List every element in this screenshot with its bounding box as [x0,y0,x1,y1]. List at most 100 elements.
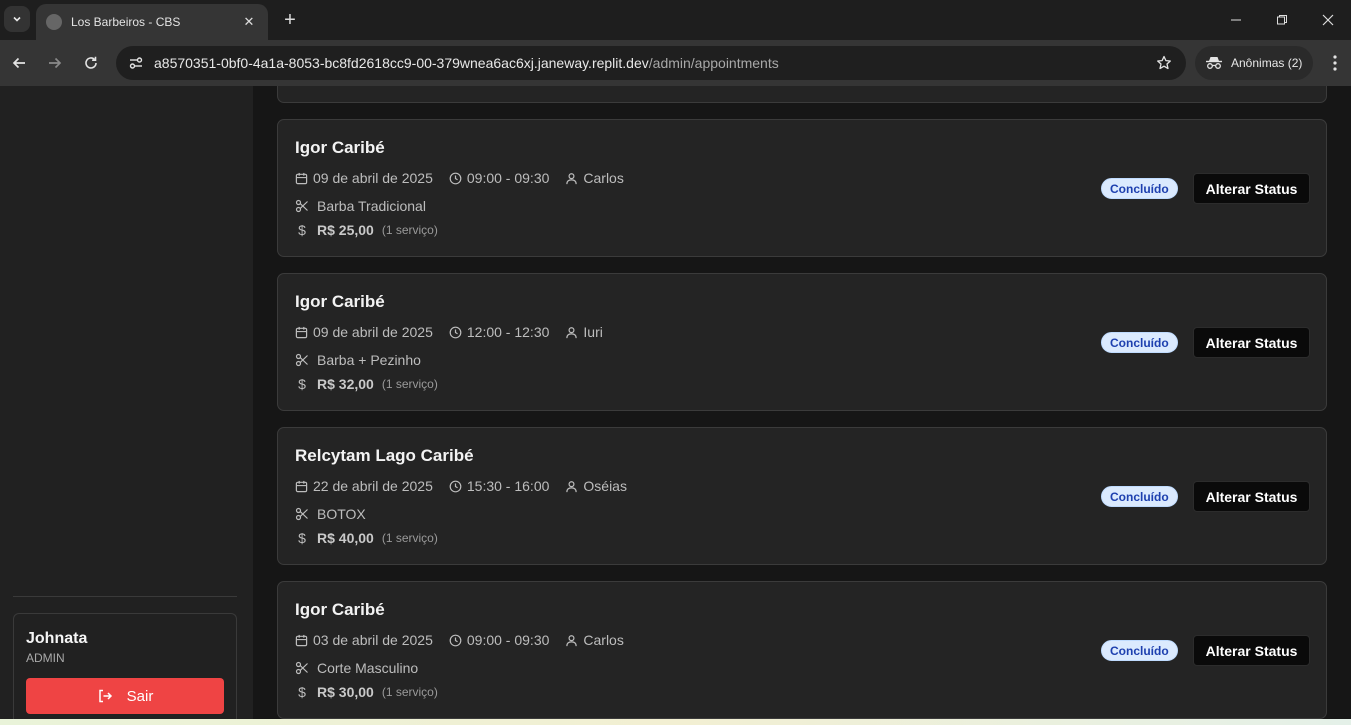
tab-search-button[interactable] [4,6,30,32]
new-tab-button[interactable]: + [278,8,302,32]
more-vertical-icon [1333,55,1337,71]
price: R$ 25,00 [317,222,374,238]
price-row: $ R$ 25,00 (1 serviço) [295,222,438,238]
calendar-icon [295,634,308,646]
appointment-meta: 09 de abril de 2025 12:00 - 12:30 Iuri [295,324,619,340]
incognito-icon [1206,57,1222,69]
price: R$ 40,00 [317,530,374,546]
change-status-button[interactable]: Alterar Status [1193,481,1310,512]
date-item: 22 de abril de 2025 [295,478,433,494]
appointment-date: 22 de abril de 2025 [313,478,433,494]
user-card: Johnata ADMIN Sair [13,613,237,725]
service-count: (1 serviço) [381,223,438,237]
service-count: (1 serviço) [381,685,438,699]
incognito-indicator[interactable]: Anônimas (2) [1195,46,1313,80]
service-row: Barba Tradicional [295,198,426,214]
change-status-button[interactable]: Alterar Status [1193,635,1310,666]
appointment-meta: 09 de abril de 2025 09:00 - 09:30 Carlos [295,170,640,186]
logout-label: Sair [126,687,154,705]
time-item: 09:00 - 09:30 [449,632,550,648]
time-item: 15:30 - 16:00 [449,478,550,494]
price-row: $ R$ 32,00 (1 serviço) [295,376,438,392]
calendar-icon [295,480,308,492]
bookmark-star-icon[interactable] [1154,53,1174,73]
minimize-button[interactable] [1213,0,1259,40]
close-icon [1322,14,1334,26]
browser-tab[interactable]: Los Barbeiros - CBS ✕ [36,4,268,40]
service-row: Barba + Pezinho [295,352,421,368]
appointment-date: 09 de abril de 2025 [313,170,433,186]
client-name: Igor Caribé [295,292,385,311]
calendar-icon [295,172,308,184]
status-badge: Concluído [1101,640,1178,661]
tab-title: Los Barbeiros - CBS [71,15,181,29]
barber-item: Carlos [565,170,624,186]
site-settings-icon[interactable] [124,51,148,75]
service-count: (1 serviço) [381,531,438,545]
barber-name: Carlos [583,632,624,648]
reload-button[interactable] [77,49,105,77]
change-status-button[interactable]: Alterar Status [1193,173,1310,204]
price-row: $ R$ 30,00 (1 serviço) [295,684,438,700]
price-row: $ R$ 40,00 (1 serviço) [295,530,438,546]
date-item: 09 de abril de 2025 [295,170,433,186]
clock-icon [449,634,462,646]
appointment-time: 09:00 - 09:30 [466,170,550,186]
scissors-icon [295,353,308,367]
appointment-card: Igor Caribé 09 de abril de 2025 12:00 - … [277,273,1327,411]
dollar-icon: $ [298,222,306,238]
arrow-right-icon [49,57,62,69]
change-status-button[interactable]: Alterar Status [1193,327,1310,358]
service-row: Corte Masculino [295,660,418,676]
clock-icon [449,172,462,184]
client-name: Igor Caribé [295,600,385,619]
appointment-card: Igor Caribé 09 de abril de 2025 09:00 - … [277,119,1327,257]
scissors-icon [295,661,308,675]
barber-name: Iuri [583,324,603,340]
close-icon[interactable]: ✕ [240,13,258,31]
appointment-time: 09:00 - 09:30 [466,632,550,648]
arrow-left-icon [12,57,25,69]
user-icon [566,326,578,338]
calendar-icon [295,326,308,338]
service-name: Barba Tradicional [317,198,426,214]
back-button[interactable] [5,49,33,77]
user-icon [566,480,578,492]
status-badge: Concluído [1101,486,1178,507]
time-item: 09:00 - 09:30 [449,170,550,186]
logout-button[interactable]: Sair [26,678,224,714]
status-badge: Concluído [1101,332,1178,353]
user-role: ADMIN [26,651,65,665]
barber-item: Carlos [565,632,624,648]
price: R$ 32,00 [317,376,374,392]
url-path: /admin/appointments [648,55,779,71]
browser-tab-bar: Los Barbeiros - CBS ✕ + [0,0,1351,40]
page: Johnata ADMIN Sair Igor Caribé 09 de abr… [0,86,1351,725]
appointment-date: 09 de abril de 2025 [313,324,433,340]
browser-menu-button[interactable] [1324,51,1346,75]
service-name: BOTOX [317,506,366,522]
appointment-card: Igor Caribé 03 de abril de 2025 09:00 - … [277,581,1327,719]
scissors-icon [295,199,308,213]
dollar-icon: $ [298,684,306,700]
browser-toolbar: a8570351-0bf0-4a1a-8053-bc8fd2618cc9-00-… [0,40,1351,86]
clock-icon [449,480,462,492]
barber-item: Oséias [565,478,627,494]
date-item: 09 de abril de 2025 [295,324,433,340]
globe-icon [46,14,62,30]
reload-icon [85,56,97,69]
logout-icon [98,689,112,703]
user-name: Johnata [26,630,88,647]
restore-button[interactable] [1259,0,1305,40]
forward-button[interactable] [41,49,69,77]
appointment-time: 15:30 - 16:00 [466,478,550,494]
url-host: a8570351-0bf0-4a1a-8053-bc8fd2618cc9-00-… [154,55,649,71]
close-window-button[interactable] [1305,0,1351,40]
appointment-meta: 22 de abril de 2025 15:30 - 16:00 Oséias [295,478,643,494]
status-badge: Concluído [1101,178,1178,199]
address-bar[interactable]: a8570351-0bf0-4a1a-8053-bc8fd2618cc9-00-… [116,46,1186,80]
dollar-icon: $ [298,376,306,392]
service-name: Corte Masculino [317,660,419,676]
scissors-icon [295,507,308,521]
appointment-meta: 03 de abril de 2025 09:00 - 09:30 Carlos [295,632,640,648]
